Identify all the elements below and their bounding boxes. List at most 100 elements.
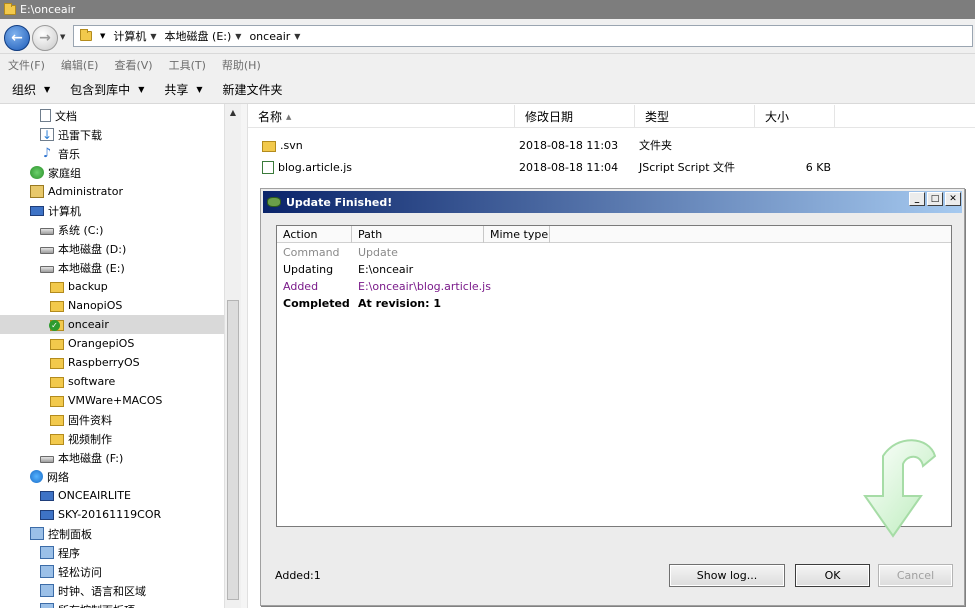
menu-tools[interactable]: 工具(T)	[169, 57, 206, 73]
update-results-list[interactable]: Action Path Mime type Command Update Upd…	[276, 225, 952, 538]
column-mime-type[interactable]: Mime type	[484, 226, 550, 243]
column-name[interactable]: 名称 ▲	[248, 105, 515, 128]
tree-item[interactable]: ONCEAIRLITE	[0, 486, 224, 505]
tree-item-label: 固件资料	[68, 413, 112, 427]
dialog-title: Update Finished!	[286, 195, 393, 209]
column-path[interactable]: Path	[352, 226, 484, 243]
tree-item[interactable]: 本地磁盘 (D:)	[0, 239, 224, 258]
tree-item[interactable]: 所有控制面板项	[0, 600, 224, 608]
tree-item[interactable]: VMWare+MACOS	[0, 391, 224, 410]
chevron-down-icon[interactable]: ▼	[294, 32, 300, 41]
list-item[interactable]: Command Update	[283, 244, 398, 261]
drive-icon	[40, 228, 54, 235]
column-size[interactable]: 大小	[755, 105, 835, 128]
tree-item[interactable]: 程序	[0, 543, 224, 562]
tree-item-label: 本地磁盘 (E:)	[58, 261, 125, 275]
tree-item[interactable]: 视频制作	[0, 429, 224, 448]
organize-button[interactable]: 组织 ▼	[12, 81, 50, 98]
column-type[interactable]: 类型	[635, 105, 755, 128]
scrollbar-thumb[interactable]	[227, 300, 239, 600]
tree-item[interactable]: 网络	[0, 467, 224, 486]
tree-item[interactable]: 本地磁盘 (F:)	[0, 448, 224, 467]
tree-item[interactable]: RaspberryOS	[0, 353, 224, 372]
column-date[interactable]: 修改日期	[515, 105, 635, 128]
breadcrumb-drive-e[interactable]: 本地磁盘 (E:) ▼	[165, 28, 242, 44]
tree-item[interactable]: Administrator	[0, 182, 224, 201]
breadcrumb-onceair[interactable]: onceair ▼	[249, 30, 300, 43]
tree-item[interactable]: 计算机	[0, 201, 224, 220]
tree-item-label: 家庭组	[48, 166, 81, 180]
tree-item-label: 本地磁盘 (D:)	[58, 242, 127, 256]
show-log-button[interactable]: Show log...	[669, 564, 785, 587]
chevron-down-icon[interactable]: ▼	[150, 32, 156, 41]
tree-item[interactable]: 系统 (C:)	[0, 220, 224, 239]
tree-item[interactable]: 时钟、语言和区域	[0, 581, 224, 600]
music-icon: ♪	[42, 146, 52, 161]
tree-item[interactable]: software	[0, 372, 224, 391]
tree-item-label: 网络	[47, 470, 69, 484]
list-item[interactable]: Completed At revision: 1	[283, 295, 441, 312]
tree-item[interactable]: 本地磁盘 (E:)	[0, 258, 224, 277]
chevron-down-icon: ▼	[138, 85, 145, 94]
dialog-titlebar[interactable]: Update Finished!	[263, 191, 962, 213]
tree-item[interactable]: SKY-20161119COR	[0, 505, 224, 524]
update-arrow-icon	[863, 439, 937, 538]
navigation-tree[interactable]: 文档 ↓ 迅雷下载 ♪ 音乐家庭组 Administrator 计算机系统 (C:) 本地磁盘…	[0, 104, 224, 608]
menu-file[interactable]: 文件(F)	[8, 57, 45, 73]
tree-item[interactable]: 控制面板	[0, 524, 224, 543]
list-item[interactable]: Updating E:\onceair	[283, 261, 413, 278]
back-button[interactable]: ←	[4, 25, 30, 51]
scroll-up-icon[interactable]: ▲	[226, 106, 240, 120]
drive-icon	[40, 247, 54, 254]
list-item[interactable]: Added E:\onceair\blog.article.js	[283, 278, 491, 295]
tree-item[interactable]: onceair	[0, 315, 224, 334]
tree-item[interactable]: ♪ 音乐	[0, 144, 224, 163]
folder-icon	[50, 434, 64, 445]
tree-item-label: OrangepiOS	[68, 337, 135, 350]
minimize-button[interactable]: _	[909, 192, 925, 206]
close-button[interactable]: ✕	[945, 192, 961, 206]
menu-help[interactable]: 帮助(H)	[222, 57, 261, 73]
tree-item[interactable]: backup	[0, 277, 224, 296]
chevron-down-icon[interactable]: ▼	[235, 32, 241, 41]
tree-item[interactable]: ↓ 迅雷下载	[0, 125, 224, 144]
chevron-down-icon[interactable]: ▼	[100, 32, 105, 40]
tree-item-label: Administrator	[48, 185, 123, 198]
maximize-button[interactable]: □	[927, 192, 943, 206]
breadcrumb-computer[interactable]: 计算机 ▼	[113, 28, 156, 44]
column-action[interactable]: Action	[277, 226, 352, 243]
tree-item[interactable]: 文档	[0, 106, 224, 125]
forward-button[interactable]: →	[32, 25, 58, 51]
tree-item[interactable]: 固件资料	[0, 410, 224, 429]
address-bar[interactable]: ▼ 计算机 ▼ 本地磁盘 (E:) ▼ onceair ▼	[73, 25, 973, 47]
network-icon	[30, 470, 43, 483]
include-in-library-button[interactable]: 包含到库中 ▼	[70, 81, 144, 98]
cancel-button[interactable]: Cancel	[878, 564, 953, 587]
new-folder-button[interactable]: 新建文件夹	[223, 81, 283, 98]
history-dropdown-icon[interactable]: ▼	[60, 33, 65, 41]
homegroup-icon	[30, 166, 44, 179]
pane-splitter[interactable]	[241, 104, 248, 608]
tree-item-label: 迅雷下载	[58, 128, 102, 142]
tree-item[interactable]: NanopiOS	[0, 296, 224, 315]
folder-icon	[50, 396, 64, 407]
tree-item[interactable]: 轻松访问	[0, 562, 224, 581]
control-panel-icon	[30, 527, 44, 540]
tree-item-label: 系统 (C:)	[58, 223, 104, 237]
table-row[interactable]: .svn 2018-08-18 11:03 文件夹	[248, 135, 975, 155]
tree-item-label: 时钟、语言和区域	[58, 584, 146, 598]
table-row[interactable]: blog.article.js 2018-08-18 11:04 JScript…	[248, 157, 975, 177]
menu-edit[interactable]: 编辑(E)	[61, 57, 99, 73]
ok-button[interactable]: OK	[795, 564, 870, 587]
tree-item[interactable]: 家庭组	[0, 163, 224, 182]
tree-item-label: VMWare+MACOS	[68, 394, 163, 407]
tree-scrollbar[interactable]: ▲	[224, 104, 241, 608]
folder-icon	[50, 415, 64, 426]
share-button[interactable]: 共享 ▼	[164, 81, 202, 98]
tree-item-label: 音乐	[58, 147, 80, 161]
folder-icon	[80, 29, 92, 41]
tree-item-label: 程序	[58, 546, 80, 560]
tree-item[interactable]: OrangepiOS	[0, 334, 224, 353]
window-title: E:\onceair	[20, 3, 76, 16]
menu-view[interactable]: 查看(V)	[114, 57, 152, 73]
